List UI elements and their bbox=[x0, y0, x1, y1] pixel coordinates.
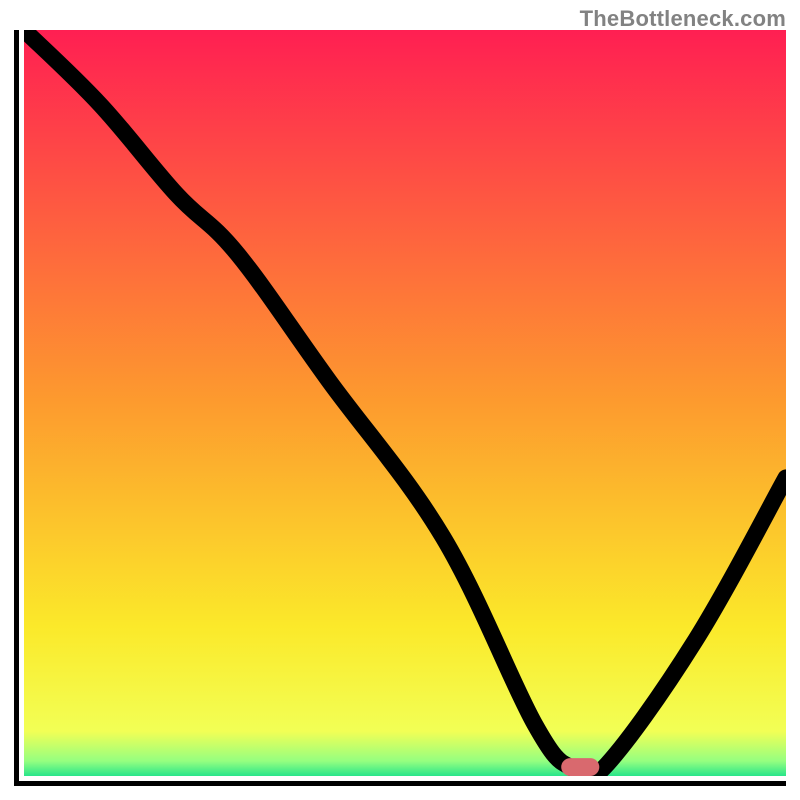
plot-frame bbox=[14, 30, 786, 786]
chart-container: TheBottleneck.com bbox=[0, 0, 800, 800]
chart-svg bbox=[24, 30, 786, 776]
current-point-marker bbox=[561, 758, 599, 776]
watermark-text: TheBottleneck.com bbox=[580, 6, 786, 32]
plot-area bbox=[24, 30, 786, 776]
